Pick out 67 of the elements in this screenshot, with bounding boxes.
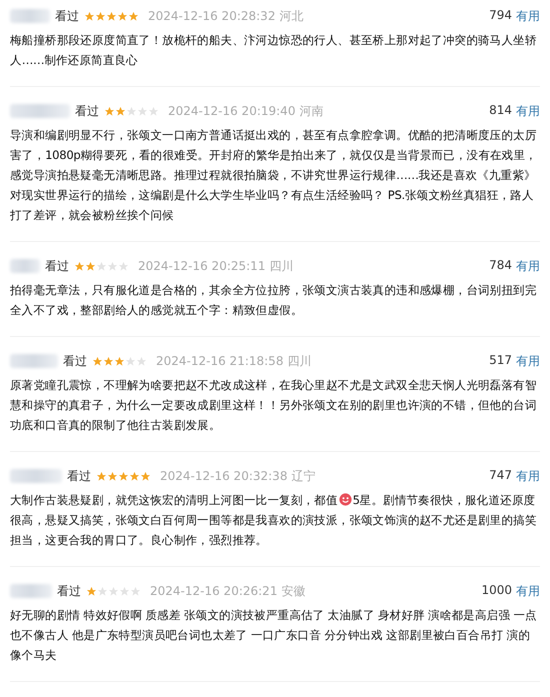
useful-count: 1000 xyxy=(481,582,512,598)
review-time: 2024-12-16 20:28:32 河北 xyxy=(148,8,304,24)
review-text: 好无聊的剧情 特效好假啊 质感差 张颂文的演技被严重高估了 太油腻了 身材好胖 演啥都是高启强 一点也不像古人 他是广东特型演员吧台词也太差了 一口广东口音 分分钟出戏 这部剧里被白百合吊打 演的像个马夫 xyxy=(10,607,538,664)
star-icon xyxy=(104,106,115,116)
star-icon xyxy=(84,10,95,22)
watch-status: 看过 xyxy=(67,468,91,484)
useful-link[interactable]: 有用 xyxy=(516,582,540,600)
useful-count: 814 xyxy=(489,102,512,118)
useful-count: 747 xyxy=(489,468,512,484)
star-icon xyxy=(103,356,114,366)
star-icon xyxy=(117,10,128,22)
useful-link[interactable]: 有用 xyxy=(516,102,540,120)
watch-status: 看过 xyxy=(57,582,81,600)
watch-status: 看过 xyxy=(55,8,79,24)
star-icon xyxy=(128,10,139,22)
useful-link[interactable]: 有用 xyxy=(516,258,540,274)
star-icon xyxy=(130,586,141,596)
star-icon xyxy=(118,260,129,272)
review-text: 原著党瞳孔震惊，不理解为啥要把赵不尤改成这样，在我心里赵不尤是文武双全悲天悯人光明磊落有智慧和操守的真君子，为什么一定要改成剧里这样！！另外张颂文在别的剧里也许演的不错，但他的台词功底和口音真的限制了他往古装剧发展。 xyxy=(10,377,538,434)
review-text: 导演和编剧明显不行，张颂文一口南方普通话挺出戏的，甚至有点拿腔拿调。优酷的把清晰度压的太厉害了，1080p糊得要死，看的很难受。开封府的繁华是拍出来了，就仅仅是当背景而已，没有在戏里，感觉导演拍悬疑毫无清晰思路。推理过程就很拍脑袋，不讲究世界运行规律……我还是喜欢《九重紫》对现实世界运行的描绘，这编剧是什么大学生毕业吗？有点生活经验吗？ PS.张颂文粉丝真猖狂，路人打了差评，就会被粉丝挨个问候 xyxy=(10,127,538,224)
star-icon xyxy=(106,10,117,22)
star-icon xyxy=(137,106,148,116)
star-icon xyxy=(96,260,107,272)
blurred-username xyxy=(10,9,50,23)
useful-link[interactable]: 有用 xyxy=(516,468,540,484)
blurred-username xyxy=(10,104,70,118)
useful-link[interactable]: 有用 xyxy=(516,352,540,370)
review-time: 2024-12-16 21:18:58 四川 xyxy=(156,352,312,370)
star-icon xyxy=(95,10,106,22)
useful-count: 517 xyxy=(489,352,512,368)
star-icon xyxy=(114,356,125,366)
star-icon xyxy=(148,106,159,116)
useful-link[interactable]: 有用 xyxy=(516,8,540,24)
watch-status: 看过 xyxy=(75,102,99,120)
useful-count: 784 xyxy=(489,258,512,274)
star-icon xyxy=(96,470,107,482)
star-icon xyxy=(136,356,147,366)
star-icon xyxy=(107,470,118,482)
review-text: 梅船撞桥那段还原度简直了！放桅杆的船夫、汴河边惊恐的行人、甚至桥上那对起了冲突的骑马人坐轿人……制作还原简直良心 xyxy=(10,32,538,69)
star-icon xyxy=(107,260,118,272)
review-text: 拍得毫无章法，只有服化道是合格的，其余全方位拉胯，张颂文演古装真的违和感爆棚，台词别扭到完全入不了戏，整部剧给人的感觉就五个字：精致但虚假。 xyxy=(10,282,538,319)
review-text: 大制作古装悬疑剧，就凭这恢宏的清明上河图一比一复刻，都值 5星。剧情节奏很快，服化道还原度很高，悬疑又搞笑，张颂文白百何周一围等都是我喜欢的演技派，张颂文饰演的赵不尤还是剧里的搞笑担当，这更合我的胃口了。良心制作，强烈推荐。 xyxy=(10,492,538,549)
star-icon xyxy=(118,470,129,482)
star-icon xyxy=(85,260,96,272)
blurred-username xyxy=(10,259,40,273)
review-time: 2024-12-16 20:19:40 河南 xyxy=(168,102,324,120)
star-icon xyxy=(97,586,108,596)
review-time: 2024-12-16 20:26:21 安徽 xyxy=(150,582,306,600)
star-icon xyxy=(119,586,130,596)
review-time: 2024-12-16 20:32:38 辽宁 xyxy=(160,468,316,484)
blurred-username xyxy=(10,354,58,368)
emoji-icon xyxy=(338,493,352,506)
star-icon xyxy=(126,106,137,116)
star-icon xyxy=(74,260,85,272)
star-icon xyxy=(140,470,151,482)
star-icon xyxy=(125,356,136,366)
star-icon xyxy=(129,470,140,482)
star-icon xyxy=(115,106,126,116)
blurred-username xyxy=(10,469,62,483)
star-icon xyxy=(108,586,119,596)
watch-status: 看过 xyxy=(45,258,69,274)
review-time: 2024-12-16 20:25:11 四川 xyxy=(138,258,294,274)
watch-status: 看过 xyxy=(63,352,87,370)
star-icon xyxy=(86,586,97,596)
blurred-username xyxy=(10,584,52,598)
useful-count: 794 xyxy=(489,8,512,24)
star-icon xyxy=(92,356,103,366)
